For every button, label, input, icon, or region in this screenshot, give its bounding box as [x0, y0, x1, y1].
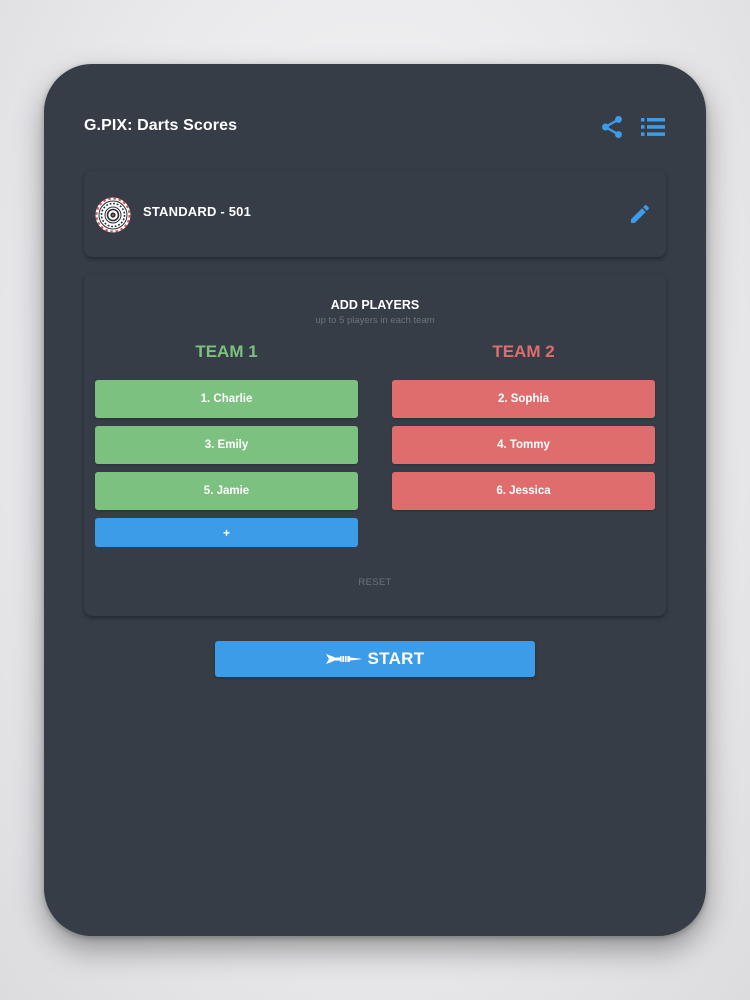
team1-player-button[interactable]: 5. Jamie [95, 472, 358, 510]
start-button[interactable]: START [215, 641, 535, 677]
dartboard-icon [95, 197, 131, 233]
team1-player-button[interactable]: 3. Emily [95, 426, 358, 464]
game-mode-label[interactable]: STANDARD - 501 [143, 204, 251, 219]
team2-player-button[interactable]: 4. Tommy [392, 426, 655, 464]
share-icon[interactable] [599, 114, 625, 140]
add-players-title: ADD PLAYERS [330, 298, 420, 312]
app-title: G.PIX: Darts Scores [84, 117, 238, 134]
add-player-button[interactable]: + [95, 518, 358, 547]
team1-player-button[interactable]: 1. Charlie [95, 380, 358, 418]
team1-title: TEAM 1 [195, 342, 258, 361]
team2-player-button[interactable]: 6. Jessica [392, 472, 655, 510]
dart-icon [325, 654, 362, 664]
team2-player-button[interactable]: 2. Sophia [392, 380, 655, 418]
team2-title: TEAM 2 [492, 342, 555, 361]
start-label: START [367, 649, 425, 668]
reset-button[interactable]: RESET [84, 577, 666, 588]
pencil-icon[interactable] [628, 202, 652, 226]
list-menu-icon[interactable] [640, 114, 666, 140]
app-window: G.PIX: Darts Scores STANDARD - 501 ADD P… [44, 64, 706, 936]
add-players-subtitle: up to 5 players in each team [315, 315, 435, 326]
game-mode-card[interactable]: STANDARD - 501 [84, 171, 666, 257]
add-players-card: ADD PLAYERS up to 5 players in each team… [84, 274, 666, 616]
